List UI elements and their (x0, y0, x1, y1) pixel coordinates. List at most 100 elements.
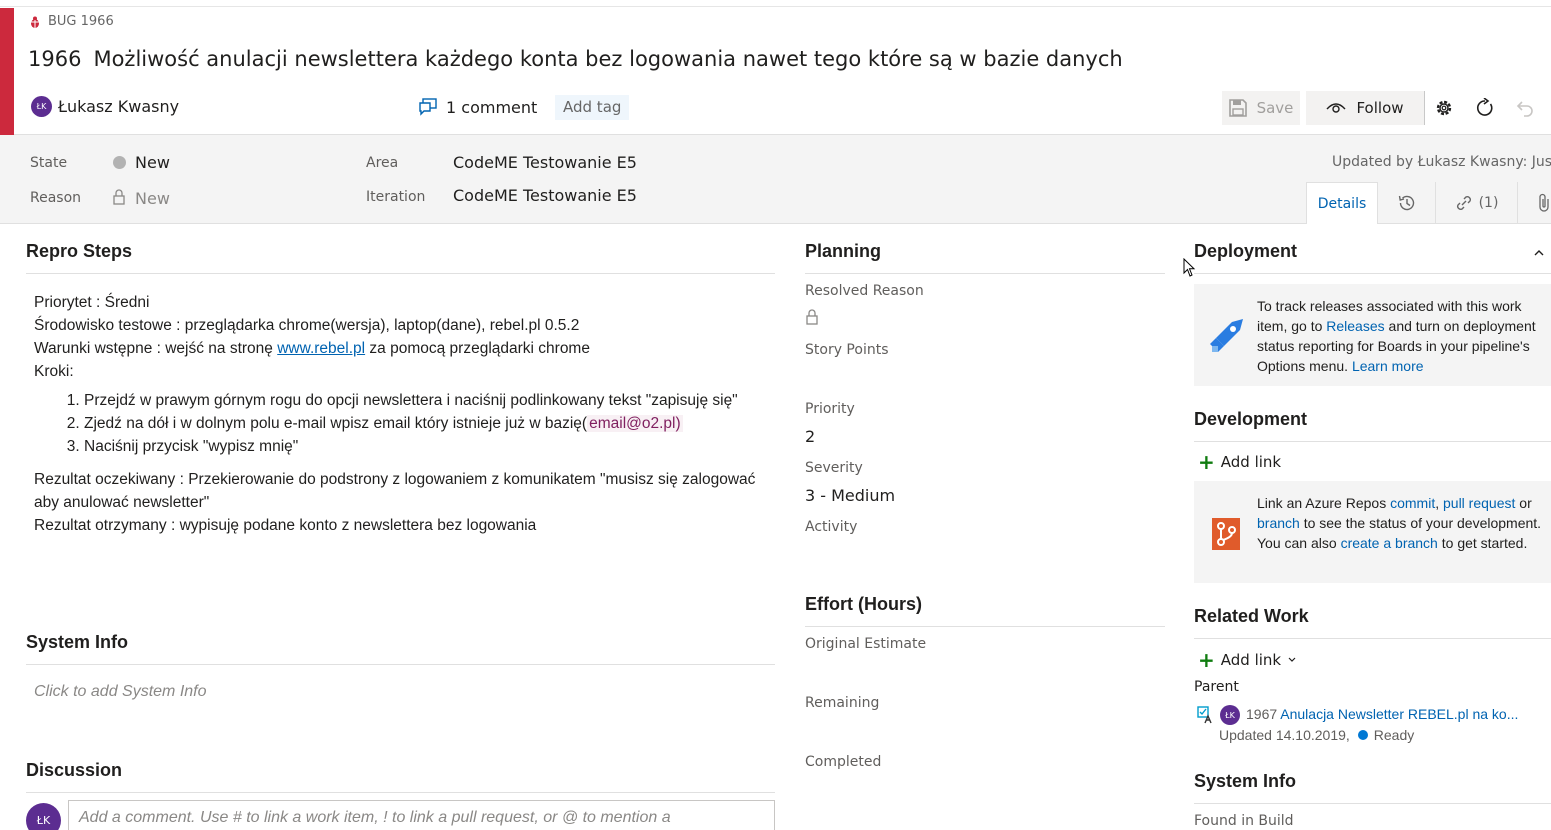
state-label: State (30, 155, 68, 171)
state-indicator-dot (113, 156, 126, 169)
section-divider (1194, 638, 1551, 639)
activity-field[interactable]: Activity (805, 519, 857, 535)
create-branch-link[interactable]: create a branch (1341, 535, 1438, 551)
related-work-heading: Related Work (1194, 606, 1309, 626)
branch-link[interactable]: branch (1257, 515, 1300, 531)
updated-by-text[interactable]: Updated by Łukasz Kwasny: Just n (1332, 154, 1551, 170)
repro-line: Kroki: (34, 363, 74, 380)
dev-text: Link an Azure Repos (1257, 495, 1391, 511)
work-item-id: 1966 (28, 47, 82, 71)
repro-line: Środowisko testowe : przeglądarka chrome… (34, 317, 580, 334)
tab-attachments[interactable] (1518, 182, 1551, 224)
system-info-right-heading: System Info (1194, 771, 1297, 791)
repro-steps-heading: Repro Steps (26, 241, 133, 261)
assigned-to[interactable]: Łukasz Kwasny (58, 97, 179, 116)
pull-request-link[interactable]: pull request (1443, 495, 1515, 511)
comment-input[interactable]: Add a comment. Use # to link a work item… (68, 800, 775, 830)
settings-button[interactable] (1427, 91, 1461, 125)
development-heading: Development (1194, 409, 1308, 429)
repro-text: Zjedź na dół i w dolnym polu e-mail wpis… (84, 415, 588, 432)
dev-text: or (1515, 495, 1532, 511)
deployment-info-text: To track releases associated with this w… (1257, 296, 1547, 376)
iteration-field[interactable]: CodeME Testowanie E5 (453, 186, 637, 205)
avatar: ŁK (1220, 705, 1240, 725)
chevron-up-icon[interactable] (1533, 248, 1545, 258)
system-info-heading: System Info (26, 632, 129, 652)
section-divider (1194, 441, 1551, 442)
original-estimate-field[interactable]: Original Estimate (805, 636, 926, 652)
follow-label: Follow (1356, 99, 1404, 117)
tab-details[interactable]: Details (1306, 182, 1378, 224)
completed-field[interactable]: Completed (805, 754, 881, 770)
repro-line: Priorytet : Średni (34, 294, 150, 311)
eye-icon (1326, 103, 1346, 113)
parent-work-item[interactable]: 1967 Anulacja Newsletter REBEL.pl na ko.… (1246, 706, 1518, 722)
save-icon (1228, 99, 1247, 117)
work-item-title[interactable]: 1966 Możliwość anulacji newslettera każde… (28, 47, 1123, 71)
tab-history[interactable] (1378, 182, 1436, 224)
repro-text: Warunki wstępne : wejść na stronę (34, 340, 278, 357)
email-mention[interactable]: email@o2.pl) (587, 415, 683, 432)
releases-link[interactable]: Releases (1326, 318, 1384, 334)
comment-count-link[interactable]: 1 comment (446, 98, 537, 117)
repro-steps-editor[interactable]: Priorytet : Średni Środowisko testowe : … (34, 291, 774, 537)
refresh-icon (1477, 98, 1493, 116)
history-icon (1398, 195, 1414, 211)
commit-link[interactable]: commit (1390, 495, 1435, 511)
reason-label: Reason (30, 190, 82, 206)
links-count: (1) (1478, 195, 1499, 211)
section-divider (26, 664, 775, 665)
repos-icon (1212, 518, 1240, 550)
work-item-type-label: BUG 1966 (28, 14, 114, 29)
resolved-reason-label: Resolved Reason (805, 283, 924, 299)
tab-links[interactable]: (1) (1436, 182, 1518, 224)
plus-icon: + (1198, 450, 1215, 474)
parent-id: 1967 (1246, 706, 1281, 722)
add-tag-button[interactable]: Add tag (555, 95, 630, 120)
bug-icon (30, 16, 40, 28)
iteration-label: Iteration (366, 189, 426, 205)
found-in-build-label: Found in Build (1194, 813, 1294, 829)
parent-work-item-link[interactable]: Anulacja Newsletter REBEL.pl na ko... (1280, 706, 1518, 722)
work-item-type-color-bar (0, 8, 14, 135)
learn-more-link[interactable]: Learn more (1352, 358, 1424, 374)
pipelines-icon (1210, 319, 1243, 352)
list-item: Zjedź na dół i w dolnym polu e-mail wpis… (84, 412, 774, 435)
refresh-button[interactable] (1468, 91, 1502, 125)
repro-line: Rezultat otrzymany : wypisuję podane kon… (34, 517, 537, 534)
save-button[interactable]: Save (1222, 91, 1300, 125)
system-info-editor[interactable]: Click to add System Info (34, 683, 207, 701)
section-divider (1194, 803, 1551, 804)
section-divider (26, 273, 775, 274)
state-dot (1357, 730, 1368, 740)
list-item: Przejdź w prawym górnym rogu do opcji ne… (84, 389, 774, 412)
repro-line: Rezultat oczekiwany : Przekierowanie do … (34, 471, 756, 511)
section-divider (1194, 273, 1551, 274)
section-divider (26, 792, 775, 793)
comment-icon[interactable] (418, 98, 438, 116)
rebel-link[interactable]: www.rebel.pl (277, 340, 365, 357)
remaining-field[interactable]: Remaining (805, 695, 879, 711)
deployment-heading: Deployment (1194, 241, 1298, 261)
priority-field[interactable]: 2 (805, 427, 815, 446)
attachment-icon (1539, 193, 1549, 212)
severity-field[interactable]: 3 - Medium (805, 486, 895, 505)
dev-text: to get started. (1437, 535, 1528, 551)
story-points-label[interactable]: Story Points (805, 342, 889, 358)
follow-button[interactable]: Follow (1306, 91, 1424, 125)
work-item-title-text[interactable]: Możliwość anulacji newslettera każdego k… (93, 47, 1122, 71)
add-link-label: Add link (1220, 651, 1282, 669)
related-add-link-button[interactable]: + Add link (1198, 650, 1297, 670)
parent-status-line: Updated 14.10.2019, Ready (1219, 727, 1414, 743)
area-field[interactable]: CodeME Testowanie E5 (453, 153, 637, 172)
state-dropdown[interactable]: New (135, 153, 170, 172)
parent-state: Ready (1373, 727, 1415, 743)
dev-add-link-button[interactable]: + Add link (1198, 450, 1281, 474)
effort-heading: Effort (Hours) (805, 594, 922, 614)
planning-heading: Planning (805, 241, 881, 261)
repro-text: za pomocą przeglądarki chrome (365, 340, 590, 357)
revert-button[interactable] (1508, 91, 1542, 125)
parent-updated-text: Updated 14.10.2019, (1219, 727, 1350, 743)
author-avatar[interactable]: ŁK (31, 96, 52, 117)
mouse-cursor-icon (1183, 258, 1196, 277)
